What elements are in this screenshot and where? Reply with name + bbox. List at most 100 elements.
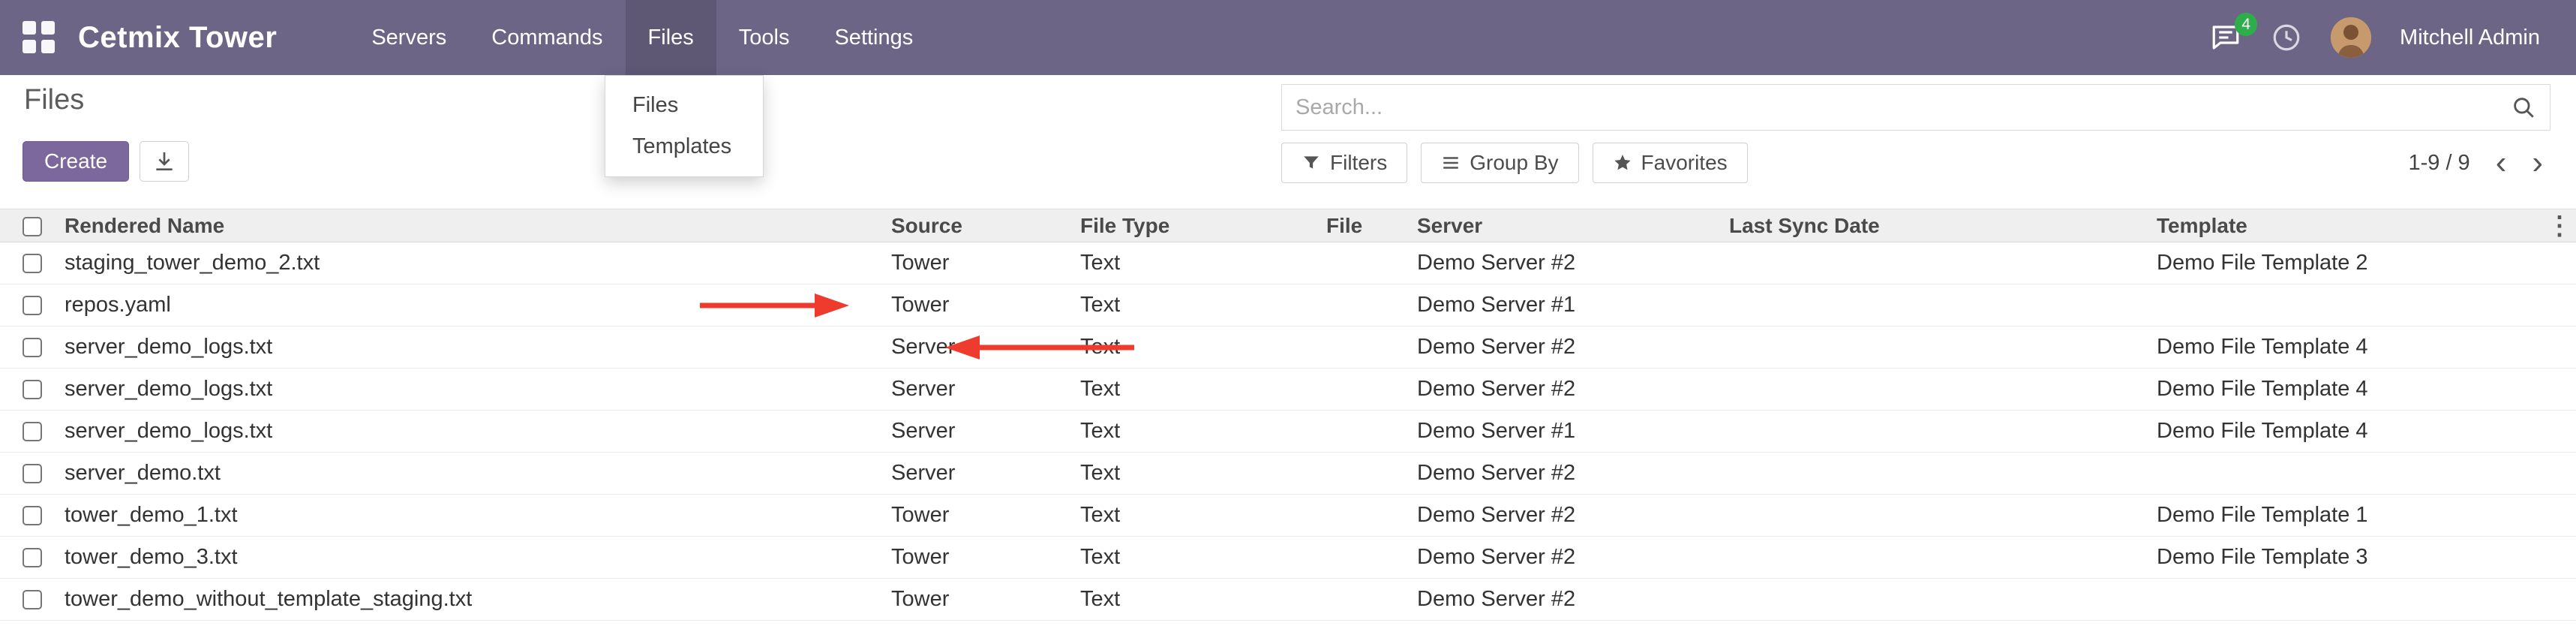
filters-button[interactable]: Filters xyxy=(1281,143,1407,183)
row-checkbox[interactable] xyxy=(23,296,42,315)
cell-last-sync-date xyxy=(1717,537,2145,579)
row-checkbox[interactable] xyxy=(23,338,42,357)
cell-server: Demo Server #2 xyxy=(1405,495,1717,537)
search-input[interactable] xyxy=(1296,95,2511,120)
group-by-icon xyxy=(1441,153,1461,173)
favorites-button[interactable]: Favorites xyxy=(1593,143,1748,183)
cell-server: Demo Server #2 xyxy=(1405,537,1717,579)
cell-last-sync-date xyxy=(1717,242,2145,284)
topbar-right: 4 Mitchell Admin xyxy=(2209,17,2540,58)
optional-columns-icon[interactable]: ⋮ xyxy=(2547,212,2572,240)
cell-last-sync-date xyxy=(1717,495,2145,537)
table-row[interactable]: server_demo_logs.txt Server Text Demo Se… xyxy=(0,369,2576,411)
action-buttons: Create xyxy=(23,141,189,182)
cell-rendered-name: server_demo_logs.txt xyxy=(53,327,879,369)
cell-template: Demo File Template 4 xyxy=(2145,369,2543,411)
cell-rendered-name: tower_demo_without_template_staging.txt xyxy=(53,579,879,621)
export-button[interactable] xyxy=(140,141,189,182)
cell-rendered-name: server_demo.txt xyxy=(53,453,879,495)
cell-server: Demo Server #2 xyxy=(1405,242,1717,284)
messages-icon[interactable]: 4 xyxy=(2209,22,2242,53)
group-by-button[interactable]: Group By xyxy=(1421,143,1578,183)
cell-file xyxy=(1314,453,1405,495)
cell-source: Tower xyxy=(879,495,1068,537)
column-header-last-sync-date[interactable]: Last Sync Date xyxy=(1717,209,2145,242)
cell-template: Demo File Template 4 xyxy=(2145,411,2543,453)
dropdown-item-files[interactable]: Files xyxy=(605,85,763,126)
cell-file xyxy=(1314,495,1405,537)
table-row[interactable]: tower_demo_3.txt Tower Text Demo Server … xyxy=(0,537,2576,579)
cell-file-type: Text xyxy=(1068,579,1314,621)
star-icon xyxy=(1613,153,1632,173)
search-options: Filters Group By Favorites xyxy=(1281,143,1748,183)
table-row[interactable]: server_demo.txt Server Text Demo Server … xyxy=(0,453,2576,495)
cell-file-type: Text xyxy=(1068,537,1314,579)
row-checkbox[interactable] xyxy=(23,590,42,609)
filters-label: Filters xyxy=(1330,151,1387,175)
menu-commands[interactable]: Commands xyxy=(469,0,625,75)
dropdown-item-templates[interactable]: Templates xyxy=(605,126,763,167)
cell-rendered-name: staging_tower_demo_2.txt xyxy=(53,242,879,284)
row-checkbox[interactable] xyxy=(23,464,42,483)
cell-source: Server xyxy=(879,327,1068,369)
clock-icon xyxy=(2271,22,2302,53)
table-row[interactable]: server_demo_logs.txt Server Text Demo Se… xyxy=(0,411,2576,453)
cell-source: Tower xyxy=(879,242,1068,284)
cell-last-sync-date xyxy=(1717,453,2145,495)
activities-icon[interactable] xyxy=(2271,22,2302,53)
table-row[interactable]: server_demo_logs.txt Server Text Demo Se… xyxy=(0,327,2576,369)
row-checkbox[interactable] xyxy=(23,548,42,567)
app-screen: Cetmix Tower Servers Commands Files Tool… xyxy=(0,0,2576,626)
cell-last-sync-date xyxy=(1717,579,2145,621)
column-header-template[interactable]: Template xyxy=(2145,209,2543,242)
row-checkbox[interactable] xyxy=(23,422,42,441)
table-row[interactable]: tower_demo_1.txt Tower Text Demo Server … xyxy=(0,495,2576,537)
menu-servers[interactable]: Servers xyxy=(349,0,469,75)
cell-rendered-name: tower_demo_3.txt xyxy=(53,537,879,579)
column-header-file[interactable]: File xyxy=(1314,209,1405,242)
table-row[interactable]: repos.yaml Tower Text Demo Server #1 xyxy=(0,284,2576,327)
cell-file xyxy=(1314,327,1405,369)
column-header-source[interactable]: Source xyxy=(879,209,1068,242)
cell-server: Demo Server #2 xyxy=(1405,579,1717,621)
menu-files[interactable]: Files xyxy=(626,0,716,75)
cell-file xyxy=(1314,537,1405,579)
cell-rendered-name: server_demo_logs.txt xyxy=(53,411,879,453)
cell-source: Tower xyxy=(879,579,1068,621)
column-header-file-type[interactable]: File Type xyxy=(1068,209,1314,242)
cell-file-type: Text xyxy=(1068,369,1314,411)
cell-template xyxy=(2145,453,2543,495)
pager-previous-icon[interactable]: ‹ xyxy=(2496,143,2507,183)
cell-server: Demo Server #1 xyxy=(1405,284,1717,327)
pager-value[interactable]: 1-9 / 9 xyxy=(2408,151,2469,176)
menu-settings[interactable]: Settings xyxy=(812,0,935,75)
cell-source: Server xyxy=(879,369,1068,411)
create-button[interactable]: Create xyxy=(23,141,129,182)
apps-grid-icon[interactable] xyxy=(23,21,56,54)
row-checkbox[interactable] xyxy=(23,506,42,525)
select-all-checkbox[interactable] xyxy=(23,217,42,236)
user-avatar[interactable] xyxy=(2331,17,2371,58)
column-header-server[interactable]: Server xyxy=(1405,209,1717,242)
row-checkbox[interactable] xyxy=(23,380,42,399)
table-row[interactable]: tower_demo_without_template_staging.txt … xyxy=(0,579,2576,621)
app-title[interactable]: Cetmix Tower xyxy=(78,21,277,55)
cell-template xyxy=(2145,284,2543,327)
cell-rendered-name: repos.yaml xyxy=(53,284,879,327)
cell-template: Demo File Template 4 xyxy=(2145,327,2543,369)
user-name[interactable]: Mitchell Admin xyxy=(2400,26,2540,50)
table-row[interactable]: staging_tower_demo_2.txt Tower Text Demo… xyxy=(0,242,2576,284)
cell-source: Server xyxy=(879,411,1068,453)
cell-last-sync-date xyxy=(1717,411,2145,453)
cell-template: Demo File Template 2 xyxy=(2145,242,2543,284)
column-header-rendered-name[interactable]: Rendered Name xyxy=(53,209,879,242)
messages-badge: 4 xyxy=(2235,13,2257,36)
pager-next-icon[interactable]: › xyxy=(2532,143,2543,183)
row-checkbox[interactable] xyxy=(23,254,42,273)
search-bar xyxy=(1281,84,2550,131)
menu-tools[interactable]: Tools xyxy=(716,0,812,75)
search-icon[interactable] xyxy=(2511,95,2536,120)
cell-file-type: Text xyxy=(1068,453,1314,495)
avatar-image xyxy=(2331,17,2371,58)
main-menu: Servers Commands Files Tools Settings xyxy=(349,0,935,75)
